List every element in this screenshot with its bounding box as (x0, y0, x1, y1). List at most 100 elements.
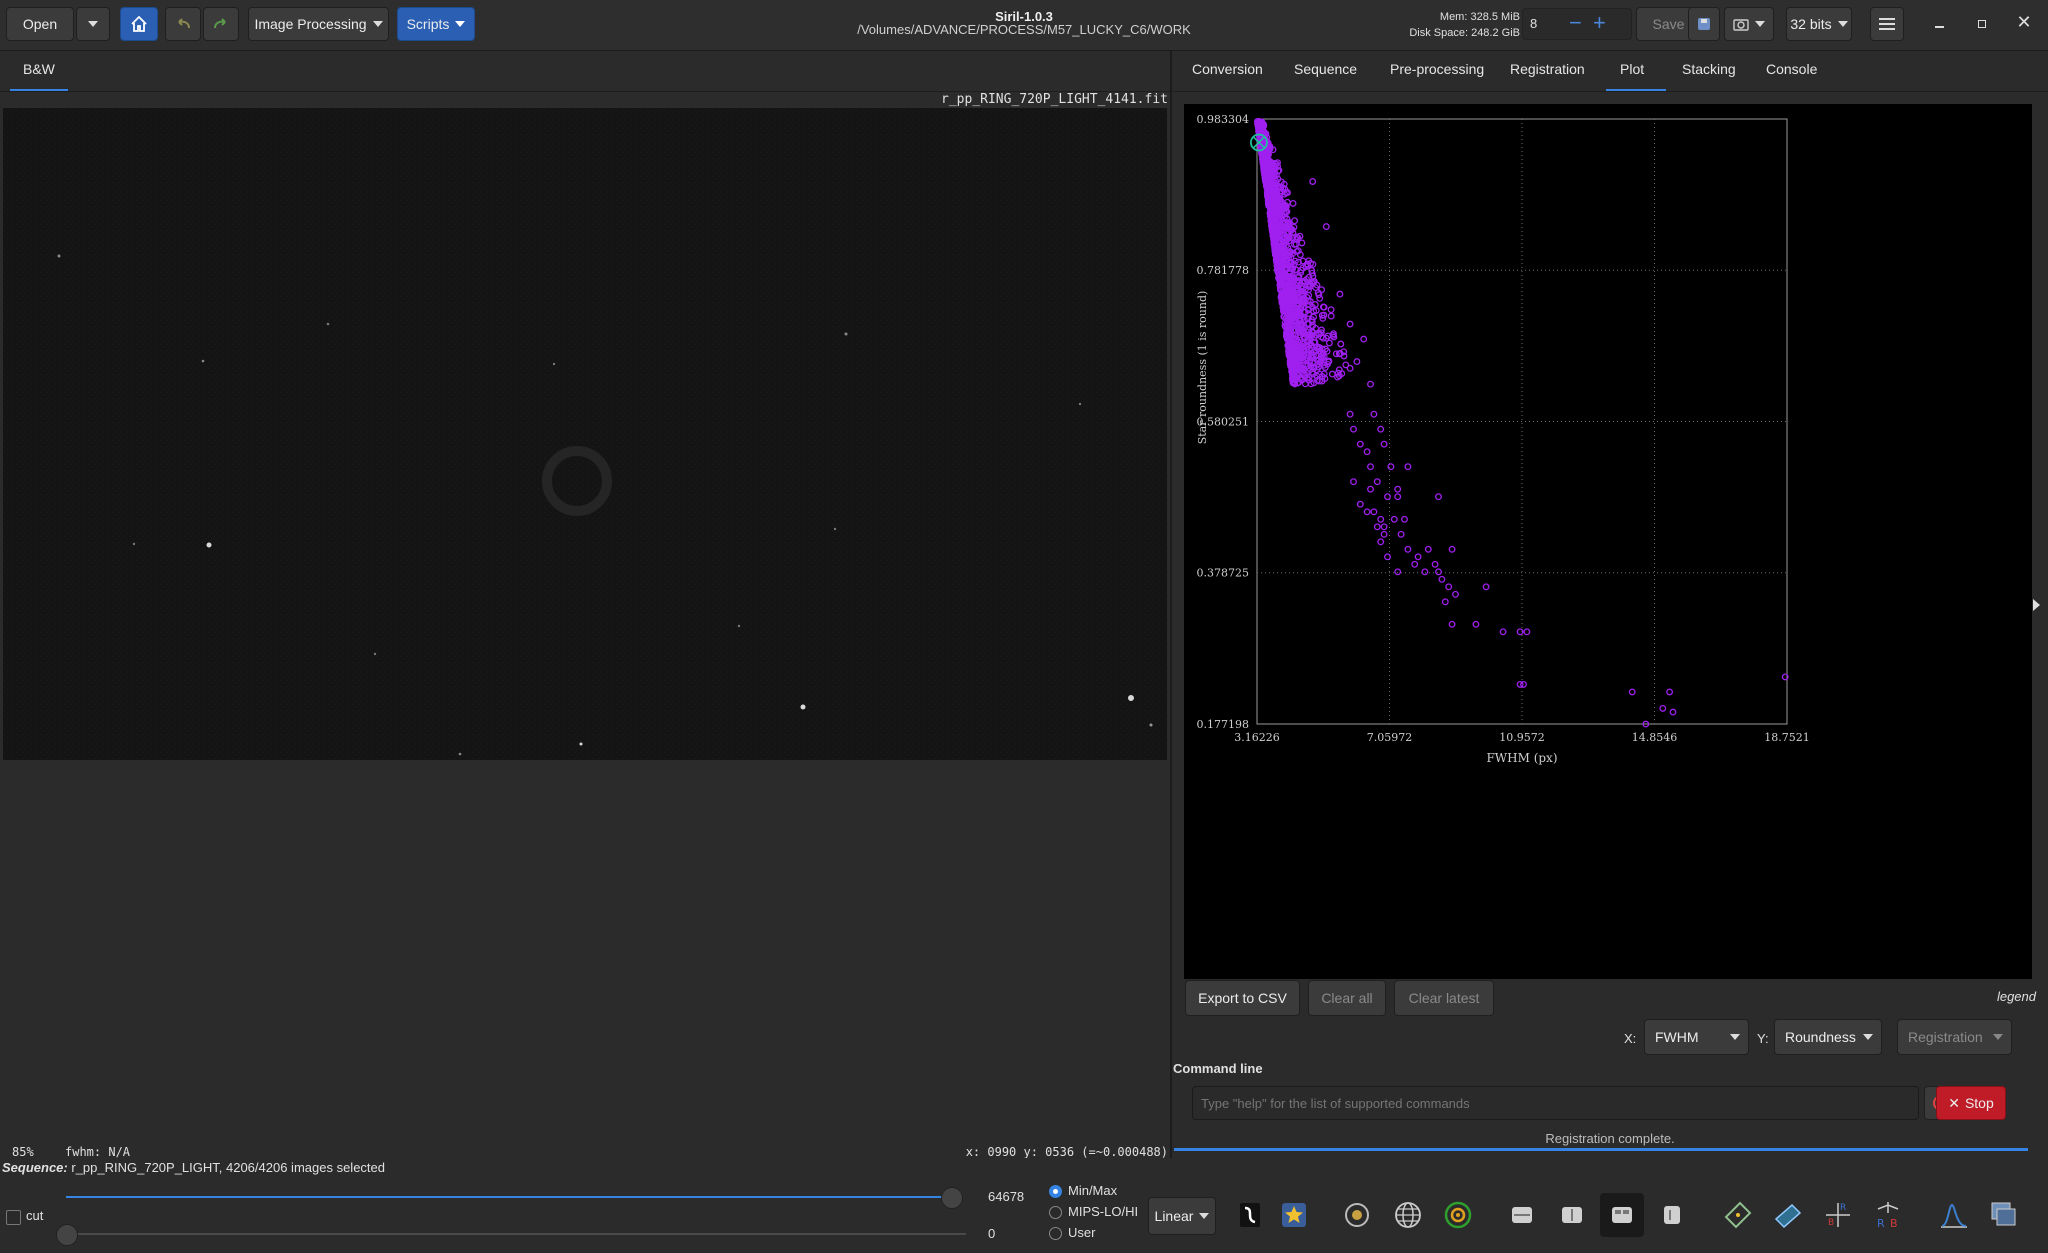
data-point (1336, 290, 1344, 298)
data-point (1404, 545, 1412, 553)
save-as-button[interactable] (1688, 7, 1720, 41)
data-point (1523, 628, 1531, 636)
image-list-button[interactable] (1982, 1193, 2026, 1237)
chevron-down-icon (372, 21, 383, 27)
data-point (1448, 620, 1456, 628)
star-button[interactable] (1272, 1193, 1316, 1237)
minimize-button[interactable] (1930, 14, 1950, 34)
radio-minmax[interactable] (1049, 1185, 1062, 1198)
plot-area[interactable]: 3.16226 7.05972 10.9572 14.8546 18.7521 0.983… (1184, 104, 2032, 979)
sequence-info: Sequence: r_pp_RING_720P_LIGHT, 4206/420… (2, 1160, 385, 1175)
command-line-title: Command line (1173, 1061, 1263, 1076)
maximize-icon (1978, 20, 1986, 28)
view-mono-button[interactable] (1500, 1193, 1544, 1237)
command-input[interactable] (1192, 1086, 1919, 1120)
autostretch-icon (1240, 1203, 1260, 1227)
scripts-menu[interactable]: Scripts (397, 7, 475, 41)
minus-icon[interactable]: − (1569, 10, 1582, 36)
data-point (1301, 380, 1309, 388)
view-single-button[interactable] (1650, 1193, 1694, 1237)
open-recent-dropdown[interactable] (76, 7, 110, 41)
star (458, 752, 462, 756)
view-grid-button[interactable] (1600, 1193, 1644, 1237)
bit-depth-menu[interactable]: 32 bits (1786, 7, 1852, 41)
rgb-align-button[interactable]: RB (1816, 1193, 1860, 1237)
export-csv-button[interactable]: Export to CSV (1185, 980, 1300, 1016)
data-point (1397, 530, 1405, 538)
radio-minmax-label: Min/Max (1068, 1183, 1118, 1198)
data-point (1325, 339, 1333, 347)
image-view (3, 108, 1167, 760)
low-slider-track[interactable] (66, 1233, 966, 1235)
snapshot-button[interactable] (1724, 7, 1774, 41)
fwhm-readout: fwhm: N/A (65, 1145, 131, 1159)
star (833, 527, 837, 531)
data-point (1367, 463, 1374, 471)
high-slider-track[interactable] (66, 1196, 953, 1198)
view-split-button[interactable] (1550, 1193, 1594, 1237)
tab-stacking[interactable]: Stacking (1682, 61, 1736, 77)
tab-registration[interactable]: Registration (1510, 61, 1585, 77)
undo-button[interactable] (165, 7, 201, 41)
data-point (1356, 440, 1364, 448)
clear-all-button[interactable]: Clear all (1308, 980, 1386, 1016)
y-axis-select[interactable]: Roundness (1774, 1019, 1882, 1055)
chevron-down-icon (1993, 1034, 2003, 1040)
display-scale-select[interactable]: Linear (1148, 1197, 1216, 1235)
tab-console[interactable]: Console (1766, 61, 1817, 77)
open-button[interactable]: Open (6, 7, 74, 41)
data-point (1337, 340, 1345, 348)
home-button[interactable] (120, 7, 158, 41)
stop-button[interactable]: ✕ Stop (1936, 1086, 2006, 1120)
x-tick-label: 3.16226 (1234, 731, 1280, 744)
x-axis-select[interactable]: FWHM (1644, 1019, 1749, 1055)
histogram-button[interactable] (1932, 1193, 1976, 1237)
low-slider-handle[interactable] (56, 1224, 78, 1246)
image-filename: r_pp_RING_720P_LIGHT_4141.fit (941, 92, 1168, 107)
camera-icon (1733, 19, 1749, 31)
data-point (1380, 530, 1388, 538)
data-point (1360, 335, 1368, 343)
minimize-icon (1935, 26, 1944, 28)
data-point (1380, 440, 1388, 448)
image-processing-menu[interactable]: Image Processing (248, 7, 389, 41)
radio-user[interactable] (1049, 1227, 1062, 1240)
save-as-icon (1698, 18, 1710, 30)
legend-toggle[interactable]: legend (1962, 989, 2036, 1004)
plus-icon[interactable]: + (1593, 10, 1606, 36)
maximize-button[interactable] (1972, 14, 1992, 34)
data-source-select[interactable]: Registration (1897, 1019, 2012, 1055)
image-canvas[interactable] (3, 108, 1167, 760)
disk-space: Disk Space: 248.2 GiB (1409, 27, 1520, 39)
image-stack-icon (1991, 1202, 2016, 1226)
clear-latest-button[interactable]: Clear latest (1394, 980, 1494, 1016)
tilt-button[interactable] (1716, 1193, 1760, 1237)
tab-plot[interactable]: Plot (1620, 61, 1644, 77)
cut-checkbox[interactable] (6, 1210, 21, 1225)
hamburger-menu-button[interactable] (1870, 7, 1904, 41)
close-button[interactable]: ✕ (2014, 12, 2034, 32)
data-point (1291, 217, 1299, 225)
redo-button[interactable] (203, 7, 239, 41)
data-point (1370, 410, 1378, 418)
data-point (1435, 493, 1442, 501)
panel-expand-arrow-icon[interactable] (2033, 599, 2040, 611)
galaxy-icon (1345, 1203, 1369, 1227)
globe-button[interactable] (1386, 1193, 1430, 1237)
galaxy-button[interactable] (1335, 1193, 1379, 1237)
radio-mips[interactable] (1049, 1206, 1062, 1219)
tab-sequence[interactable]: Sequence (1294, 61, 1357, 77)
high-slider-handle[interactable] (941, 1187, 963, 1209)
tab-pre-processing[interactable]: Pre-processing (1390, 61, 1484, 77)
autostretch-button[interactable] (1228, 1193, 1272, 1237)
photometry-button[interactable]: RB (1866, 1193, 1910, 1237)
threads-spinbutton[interactable]: 8 − + (1522, 8, 1632, 40)
rotate-button[interactable] (1766, 1193, 1810, 1237)
y-tick-label: 0.177198 (1197, 718, 1250, 731)
data-point (1394, 485, 1402, 493)
tab-bw[interactable]: B&W (23, 61, 55, 77)
data-point (1380, 523, 1388, 531)
target-button[interactable] (1436, 1193, 1480, 1237)
tab-conversion[interactable]: Conversion (1192, 61, 1263, 77)
chevron-down-icon (1863, 1034, 1873, 1040)
